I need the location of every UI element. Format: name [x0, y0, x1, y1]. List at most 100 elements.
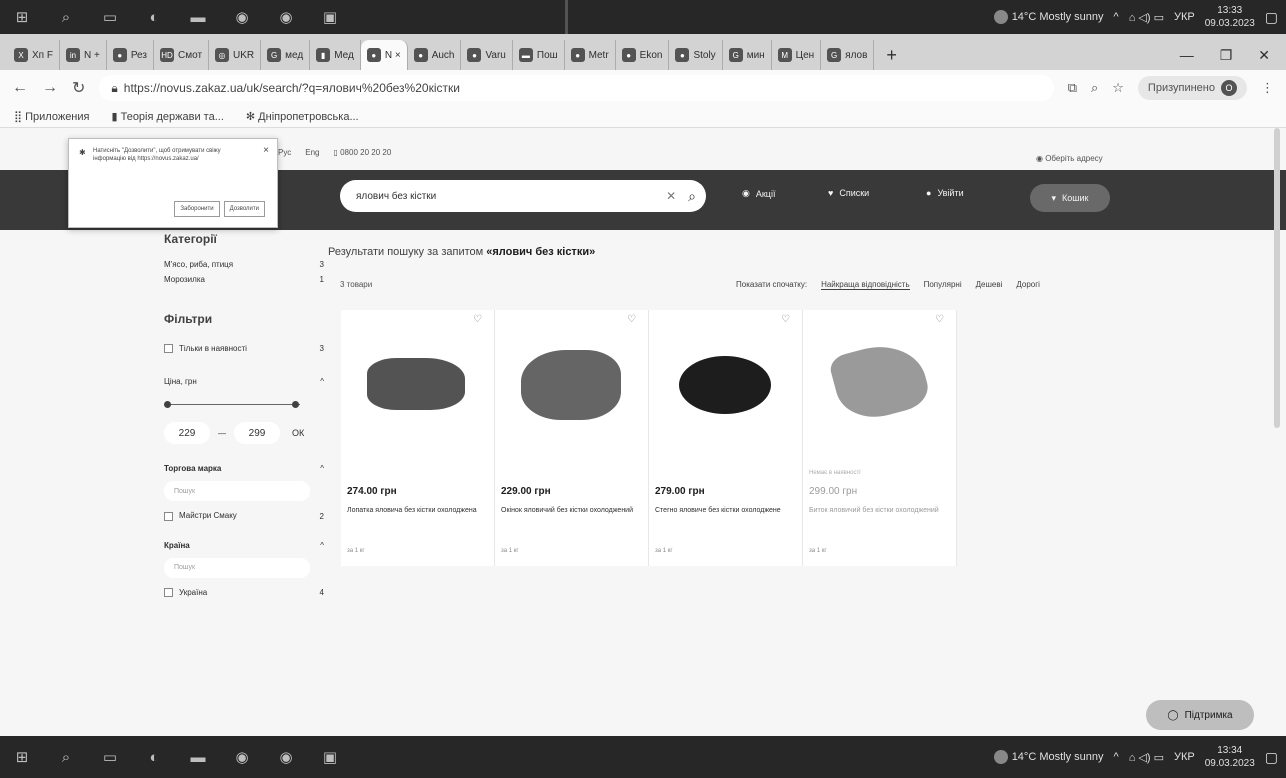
heart-icon[interactable]: ♡ [473, 314, 482, 325]
new-tab-button[interactable]: + [874, 40, 909, 70]
folder-icon[interactable]: ▬ [184, 6, 212, 28]
translate-icon[interactable]: ⧉ [1068, 80, 1077, 96]
tray-icons[interactable]: ⌂ ◁) ▭ [1129, 11, 1164, 24]
browser-tab[interactable]: ● Auch [408, 40, 462, 70]
lang-ru[interactable]: Рус [278, 148, 291, 157]
browser-tab[interactable]: ▮ Мед [310, 40, 361, 70]
app-icon[interactable]: ◐ [140, 746, 168, 768]
brand-item[interactable]: Майстри Смаку 2 [164, 511, 324, 521]
weather-widget[interactable]: 14°C Mostly sunny [993, 10, 1104, 24]
sort-option-expensive[interactable]: Дорогі [1016, 280, 1040, 290]
product-card[interactable]: ♡ 279.00 грн Стегно яловиче без кістки охо… [649, 310, 803, 566]
search-icon[interactable]: ⌕ [52, 6, 80, 28]
product-card[interactable]: ♡ Немає в наявності 299.00 грн Биток ялович… [803, 310, 957, 566]
deny-button[interactable]: Заборонити [174, 201, 220, 217]
country-checkbox[interactable] [164, 588, 173, 598]
windows-start-icon[interactable]: ⊞ [8, 746, 36, 768]
clear-icon[interactable]: ✕ [666, 189, 676, 203]
price-min-input[interactable]: 229 [164, 422, 210, 445]
heart-icon[interactable]: ♡ [781, 314, 790, 325]
browser-tab[interactable]: ◎ UKR [209, 40, 262, 70]
product-name[interactable]: Окінок яловичий без кістки охолоджений [501, 506, 641, 516]
zoom-icon[interactable]: ⌕ [1091, 80, 1098, 96]
search-icon[interactable]: ⌕ [52, 746, 80, 768]
slider-handle-min[interactable] [164, 401, 171, 409]
allow-button[interactable]: Дозволити [223, 201, 265, 217]
browser-icon[interactable]: ◉ [228, 6, 256, 28]
browser-tab[interactable]: ● N × [360, 40, 408, 70]
sort-option-popular[interactable]: Популярні [924, 280, 962, 290]
language-indicator[interactable]: УКР [1174, 11, 1195, 23]
photo-app-icon[interactable]: ▣ [316, 746, 344, 768]
brand-checkbox[interactable] [164, 511, 173, 521]
tray-chevron-icon[interactable]: ^ [1114, 751, 1119, 763]
product-name[interactable]: Биток яловичий без кістки охолоджений [809, 506, 949, 516]
browser-tab[interactable]: ● Ekon [616, 40, 670, 70]
heart-icon[interactable]: ♡ [627, 314, 636, 325]
clock[interactable]: 13:33 09.03.2023 [1205, 4, 1255, 30]
browser-tab[interactable]: Gмед [261, 40, 311, 70]
sort-option-relevance[interactable]: Найкраща відповідність [821, 280, 910, 290]
brand-filter-header[interactable]: Торгова марка ^ [164, 464, 324, 473]
country-item[interactable]: Україна 4 [164, 588, 324, 598]
url-field[interactable]: 🔒︎ https://novus.zakaz.ua/uk/search/?q=я… [99, 75, 1054, 101]
price-slider[interactable] [164, 400, 324, 410]
browser-icon[interactable]: ◉ [228, 746, 256, 768]
phone-link[interactable]: ▯ 0800 20 20 20 [333, 148, 391, 157]
slider-handle-max[interactable] [292, 401, 299, 409]
photo-app-icon[interactable]: ▣ [316, 6, 344, 28]
forward-icon[interactable]: → [42, 79, 58, 97]
browser-tab[interactable]: ● Рез [107, 40, 154, 70]
bookmark-apps[interactable]: ⣿ Приложения [14, 110, 89, 123]
promos-link[interactable]: ◉ Акції [742, 188, 775, 199]
profile-button[interactable]: Призупинено O [1137, 76, 1247, 100]
notifications-icon[interactable]: ▢ [1265, 749, 1278, 766]
sort-option-cheap[interactable]: Дешеві [976, 280, 1003, 290]
product-image[interactable] [827, 335, 933, 427]
bookmark-star-icon[interactable]: ☆ [1112, 80, 1124, 96]
close-icon[interactable]: × [263, 145, 269, 156]
product-name[interactable]: Стегно яловиче без кістки охолоджене [655, 506, 795, 516]
category-item[interactable]: Морозилка 1 [164, 275, 324, 284]
lang-en[interactable]: Eng [305, 148, 319, 157]
bookmark-theory[interactable]: ▮ Теорія держави та... [111, 110, 223, 123]
country-filter-header[interactable]: Країна ^ [164, 541, 324, 550]
weather-widget[interactable]: 14°C Mostly sunny [993, 750, 1104, 764]
product-image[interactable] [367, 358, 465, 410]
menu-kebab-icon[interactable]: ⋮ [1261, 80, 1274, 96]
browser-tab[interactable]: ● Stoly [669, 40, 723, 70]
choose-address-link[interactable]: ◉ Оберіть адресу [1036, 154, 1103, 163]
lists-link[interactable]: ♥ Списки [828, 188, 869, 198]
tray-chevron-icon[interactable]: ^ [1114, 11, 1119, 23]
support-button[interactable]: ◯ Підтримка [1146, 700, 1254, 730]
product-image[interactable] [679, 356, 771, 414]
price-max-input[interactable]: 299 [234, 422, 280, 445]
search-box[interactable]: ялович без кістки ✕ ⌕ [340, 180, 706, 212]
reload-icon[interactable]: ↻ [72, 78, 85, 98]
language-indicator[interactable]: УКР [1174, 751, 1195, 763]
windows-start-icon[interactable]: ⊞ [8, 6, 36, 28]
folder-icon[interactable]: ▬ [184, 746, 212, 768]
search-icon[interactable]: ⌕ [688, 188, 696, 205]
restore-icon[interactable]: ❐ [1220, 47, 1233, 64]
price-ok-button[interactable]: ОК [292, 428, 304, 438]
browser-tab[interactable]: HD Смот [154, 40, 210, 70]
heart-icon[interactable]: ♡ [935, 314, 944, 325]
chrome-icon[interactable]: ◉ [272, 746, 300, 768]
notifications-icon[interactable]: ▢ [1265, 9, 1278, 26]
country-search-input[interactable]: Пошук [164, 557, 310, 578]
browser-tab[interactable]: M Цен [772, 40, 822, 70]
scrollbar[interactable] [1274, 128, 1280, 428]
close-icon[interactable]: ✕ [1258, 47, 1270, 64]
app-icon[interactable]: ◐ [140, 6, 168, 28]
bookmark-dnipro[interactable]: ✻ Дніпропетровська... [246, 110, 359, 123]
in-stock-filter[interactable]: Тільки в наявності 3 [164, 344, 324, 354]
price-filter-header[interactable]: Ціна, грн ^ [164, 377, 324, 386]
browser-tab[interactable]: ▬ Пош [513, 40, 565, 70]
browser-tab[interactable]: X Хп F [8, 40, 60, 70]
browser-tab[interactable]: Gмин [723, 40, 772, 70]
browser-tab[interactable]: in N + [60, 40, 107, 70]
product-card[interactable]: ♡ 229.00 грн Окінок яловичий без кістки ох… [495, 310, 649, 566]
browser-tab[interactable]: Gялов [821, 40, 875, 70]
clock[interactable]: 13:34 09.03.2023 [1205, 744, 1255, 770]
